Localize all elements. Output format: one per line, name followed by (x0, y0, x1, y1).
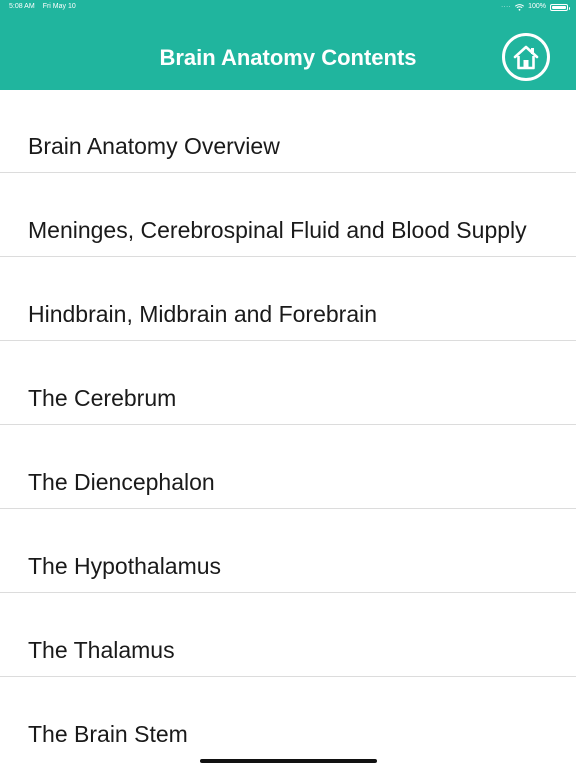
status-date: Fri May 10 (42, 3, 76, 10)
battery-percent: 100% (528, 3, 546, 10)
list-item-cerebrum[interactable]: The Cerebrum (0, 341, 576, 425)
wifi-icon (515, 3, 525, 11)
list-item-meninges[interactable]: Meninges, Cerebrospinal Fluid and Blood … (0, 173, 576, 257)
status-bar: 5:08 AM Fri May 10 ···· 100% (0, 0, 576, 16)
navigation-header: 5:08 AM Fri May 10 ···· 100% Brain Anatom… (0, 0, 576, 90)
page-title: Brain Anatomy Contents (159, 45, 417, 70)
list-item-hypothalamus[interactable]: The Hypothalamus (0, 509, 576, 593)
list-item-brain-anatomy-overview[interactable]: Brain Anatomy Overview (0, 90, 576, 173)
home-indicator[interactable] (200, 759, 377, 763)
battery-icon (550, 3, 570, 11)
list-item-hindbrain-midbrain-forebrain[interactable]: Hindbrain, Midbrain and Forebrain (0, 257, 576, 341)
home-button[interactable] (502, 33, 550, 81)
home-icon (513, 45, 539, 70)
list-item-brain-stem[interactable]: The Brain Stem (0, 677, 576, 761)
list-item-thalamus[interactable]: The Thalamus (0, 593, 576, 677)
signal-dots-icon: ···· (501, 4, 512, 10)
contents-list: Brain Anatomy Overview Meninges, Cerebro… (0, 90, 576, 761)
status-left: 5:08 AM Fri May 10 (9, 0, 76, 14)
status-right: ···· 100% (501, 0, 570, 14)
status-time: 5:08 AM (9, 3, 35, 10)
list-item-diencephalon[interactable]: The Diencephalon (0, 425, 576, 509)
